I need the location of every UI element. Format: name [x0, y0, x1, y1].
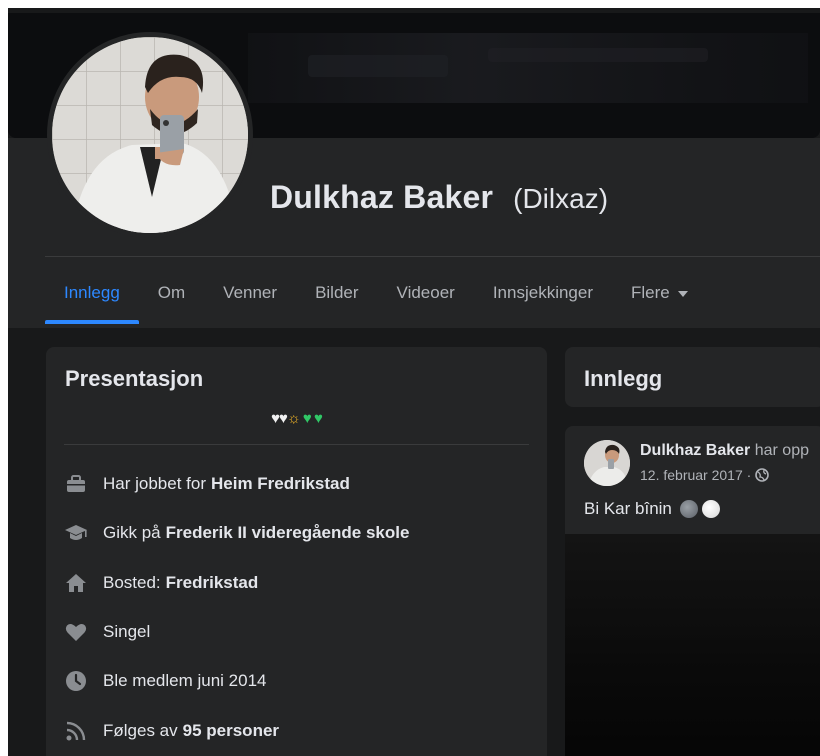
- sun-icon: ☼: [286, 410, 301, 427]
- tab-innlegg[interactable]: Innlegg: [45, 278, 139, 324]
- intro-bio: ♥♥☼ ♥ ♥: [46, 410, 547, 427]
- profile-tabs: Innlegg Om Venner Bilder Videoer Innsjek…: [45, 278, 707, 328]
- header-divider: [45, 256, 820, 257]
- tab-innsjekkinger[interactable]: Innsjekkinger: [474, 278, 612, 324]
- tab-flere[interactable]: Flere: [612, 278, 707, 324]
- rss-icon: [64, 719, 88, 743]
- info-row-followers: Følges av 95 personer: [64, 719, 279, 743]
- profile-name-row: Dulkhaz Baker (Dilxaz): [270, 179, 608, 216]
- post-text: Bi Kar bînin: [584, 499, 720, 519]
- profile-avatar[interactable]: [47, 32, 253, 238]
- smiling-face-icon: [701, 500, 720, 518]
- post-author-line: Dulkhaz Baker har opp: [640, 442, 809, 460]
- info-row-education: Gikk på Frederik II videregående skole: [64, 521, 409, 545]
- tab-bilder[interactable]: Bilder: [296, 278, 377, 324]
- post-action-text: har opp: [754, 442, 809, 459]
- posts-title: Innlegg: [584, 366, 663, 391]
- tab-venner[interactable]: Venner: [204, 278, 296, 324]
- clock-icon: [64, 669, 88, 693]
- heart-icon: [64, 620, 88, 644]
- avatar-photo: [52, 37, 248, 233]
- globe-icon: [755, 468, 770, 482]
- profile-page: Dulkhaz Baker (Dilxaz) Innlegg Om Venner…: [8, 8, 820, 756]
- info-row-joined: Ble medlem juni 2014: [64, 669, 271, 693]
- post-meta: 12. februar 2017 ·: [640, 467, 770, 483]
- info-row-relationship: Singel: [64, 620, 155, 644]
- info-row-work: Har jobbet for Heim Fredrikstad: [64, 472, 350, 496]
- post-date[interactable]: 12. februar 2017 ·: [640, 467, 751, 483]
- post-card: Dulkhaz Baker har opp 12. februar 2017 ·…: [565, 426, 820, 756]
- white-heart-icon: ♥: [271, 410, 280, 427]
- profile-alternate-name: (Dilxaz): [513, 183, 609, 214]
- info-row-location: Bosted: Fredrikstad: [64, 571, 258, 595]
- white-heart-icon: ♥: [279, 410, 288, 427]
- full-moon-face-icon: [679, 500, 698, 518]
- intro-divider: [64, 444, 529, 445]
- briefcase-icon: [64, 472, 88, 496]
- intro-title: Presentasjon: [65, 366, 204, 391]
- green-heart-icon: ♥: [299, 410, 312, 427]
- post-author-avatar[interactable]: [584, 440, 630, 486]
- post-author-name[interactable]: Dulkhaz Baker: [640, 442, 750, 459]
- graduation-cap-icon: [64, 521, 88, 545]
- avatar-illustration: [52, 37, 248, 233]
- home-icon: [64, 571, 88, 595]
- green-heart-icon: ♥: [310, 410, 323, 427]
- intro-card: Presentasjon ♥♥☼ ♥ ♥ Har jobbet for Heim …: [46, 347, 547, 756]
- tab-videoer[interactable]: Videoer: [378, 278, 474, 324]
- post-media[interactable]: [565, 534, 820, 756]
- profile-name: Dulkhaz Baker: [270, 179, 494, 215]
- tab-om[interactable]: Om: [139, 278, 204, 324]
- caret-down-icon: [677, 290, 688, 297]
- posts-header-card: Innlegg: [565, 347, 820, 407]
